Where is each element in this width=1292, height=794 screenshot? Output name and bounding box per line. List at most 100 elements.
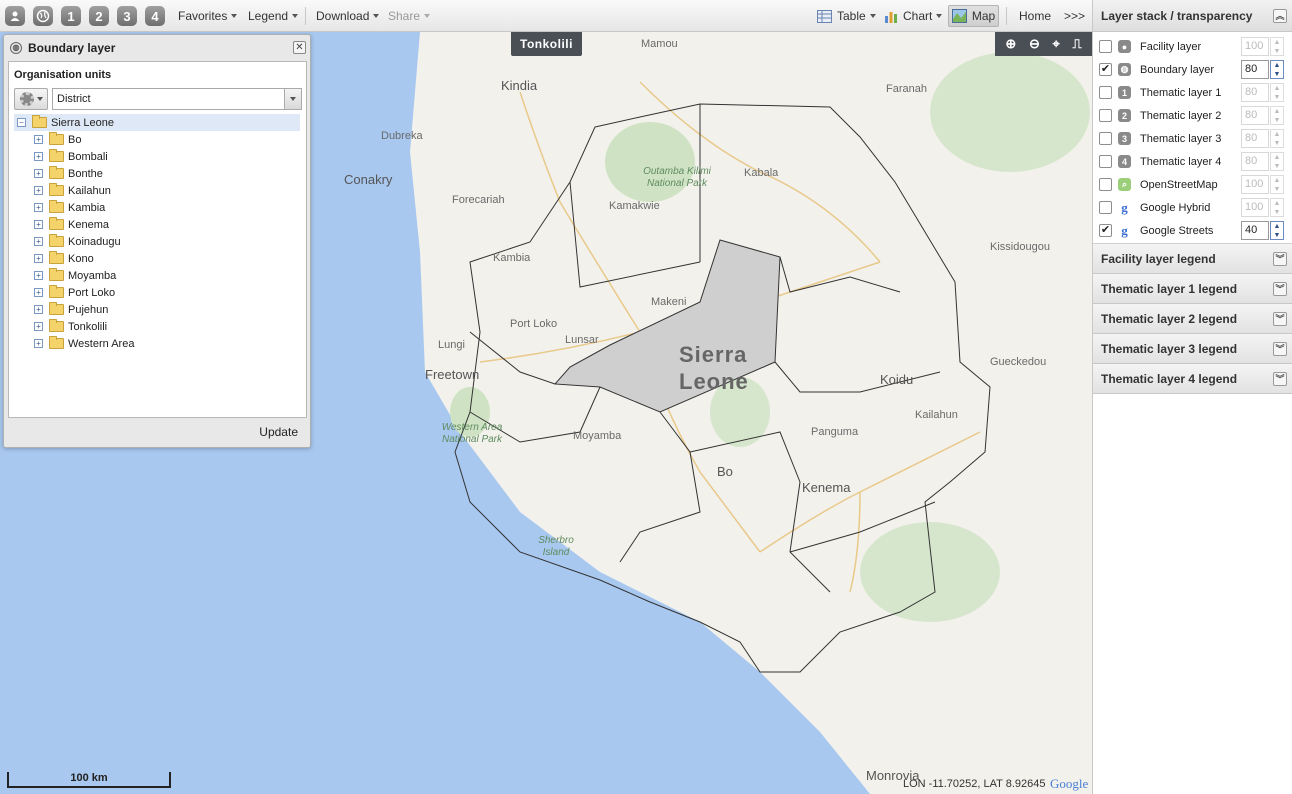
expand-icon[interactable]: + (34, 322, 43, 331)
map-button[interactable]: Map (948, 5, 999, 27)
update-button[interactable]: Update (259, 425, 298, 439)
expand-down-icon[interactable]: ︾ (1273, 312, 1287, 326)
opacity-input[interactable]: 80 (1241, 152, 1269, 171)
tree-node[interactable]: + Kenema (14, 216, 300, 233)
boundary-layer-button[interactable] (33, 5, 53, 27)
favorites-menu[interactable]: Favorites (178, 5, 238, 27)
download-menu[interactable]: Download (316, 5, 380, 27)
tree-node[interactable]: + Tonkolili (14, 318, 300, 335)
expand-icon[interactable]: + (34, 305, 43, 314)
opacity-spinner[interactable]: ▲ ▼ (1270, 198, 1284, 217)
folder-icon (49, 251, 64, 264)
tree-node[interactable]: + Bonthe (14, 165, 300, 182)
opacity-input[interactable]: 80 (1241, 83, 1269, 102)
locate-icon[interactable]: ⌖ (1053, 36, 1060, 52)
opacity-input[interactable]: 80 (1241, 60, 1269, 79)
tree-node[interactable]: + Kono (14, 250, 300, 267)
tree-node[interactable]: + Kambia (14, 199, 300, 216)
layer-stack-header: Layer stack / transparency ︽ (1093, 0, 1292, 32)
thematic-layer-1-button[interactable]: 1 (61, 5, 81, 27)
tree-node[interactable]: + Kailahun (14, 182, 300, 199)
share-menu[interactable]: Share (388, 5, 431, 27)
legend-panel-header[interactable]: Thematic layer 4 legend ︾ (1093, 364, 1292, 394)
collapse-icon[interactable]: − (17, 118, 26, 127)
folder-icon (49, 302, 64, 315)
opacity-input[interactable]: 80 (1241, 129, 1269, 148)
dropdown-trigger[interactable] (284, 89, 301, 109)
layer-checkbox[interactable] (1099, 201, 1112, 214)
layer-checkbox[interactable] (1099, 40, 1112, 53)
legend-panel-header[interactable]: Thematic layer 3 legend ︾ (1093, 334, 1292, 364)
thematic-2-icon: 2 (1118, 109, 1131, 122)
opacity-spinner[interactable]: ▲ ▼ (1270, 83, 1284, 102)
measure-icon[interactable]: ⎍ (1073, 36, 1082, 52)
place-label: Freetown (425, 367, 480, 382)
layer-checkbox[interactable] (1099, 109, 1112, 122)
tree-node[interactable]: + Koinadugu (14, 233, 300, 250)
layer-checkbox[interactable] (1099, 155, 1112, 168)
tree-node[interactable]: + Western Area (14, 335, 300, 352)
opacity-input[interactable]: 100 (1241, 198, 1269, 217)
table-button[interactable]: Table (817, 5, 876, 27)
expand-icon[interactable]: + (34, 169, 43, 178)
layer-checkbox[interactable] (1099, 178, 1112, 191)
expand-icon[interactable]: + (34, 288, 43, 297)
tree-node[interactable]: + Bo (14, 131, 300, 148)
expand-icon[interactable]: + (34, 135, 43, 144)
opacity-input[interactable]: 80 (1241, 106, 1269, 125)
thematic-1-icon: 1 (1118, 86, 1131, 99)
zoom-in-icon[interactable]: ⊕ (1005, 36, 1016, 52)
expand-down-icon[interactable]: ︾ (1273, 282, 1287, 296)
settings-button[interactable] (14, 88, 48, 110)
legend-panel-header[interactable]: Facility layer legend ︾ (1093, 244, 1292, 274)
layer-checkbox[interactable] (1099, 86, 1112, 99)
expand-icon[interactable]: + (34, 237, 43, 246)
zoom-out-icon[interactable]: ⊖ (1029, 36, 1040, 52)
opacity-spinner[interactable]: ▲ ▼ (1270, 37, 1284, 56)
expand-down-icon[interactable]: ︾ (1273, 342, 1287, 356)
expand-icon[interactable]: + (34, 203, 43, 212)
expand-icon[interactable]: + (34, 254, 43, 263)
opacity-spinner[interactable]: ▲ ▼ (1270, 152, 1284, 171)
facility-layer-button[interactable] (5, 5, 25, 27)
close-icon[interactable]: ✕ (293, 41, 306, 54)
legend-panel-header[interactable]: Thematic layer 2 legend ︾ (1093, 304, 1292, 334)
thematic-layer-4-button[interactable]: 4 (145, 5, 165, 27)
expand-down-icon[interactable]: ︾ (1273, 252, 1287, 266)
thematic-3-icon: 3 (117, 6, 137, 26)
opacity-spinner[interactable]: ▲ ▼ (1270, 60, 1284, 79)
expand-icon[interactable]: + (34, 186, 43, 195)
facility-icon: ● (1118, 40, 1131, 53)
expand-panel-button[interactable]: >>> (1064, 5, 1085, 27)
opacity-input[interactable]: 40 (1241, 221, 1269, 240)
layer-checkbox[interactable]: ✔ (1099, 224, 1112, 237)
layer-checkbox[interactable]: ✔ (1099, 63, 1112, 76)
opacity-spinner[interactable]: ▲ ▼ (1270, 175, 1284, 194)
expand-down-icon[interactable]: ︾ (1273, 372, 1287, 386)
chart-button[interactable]: Chart (884, 5, 943, 27)
opacity-spinner[interactable]: ▲ ▼ (1270, 106, 1284, 125)
layer-checkbox[interactable] (1099, 132, 1112, 145)
thematic-layer-2-button[interactable]: 2 (89, 5, 109, 27)
collapse-up-icon[interactable]: ︽ (1273, 9, 1287, 23)
window-header[interactable]: ◍ Boundary layer (4, 35, 310, 60)
tree-node[interactable]: + Bombali (14, 148, 300, 165)
opacity-input[interactable]: 100 (1241, 37, 1269, 56)
opacity-input[interactable]: 100 (1241, 175, 1269, 194)
expand-icon[interactable]: + (34, 152, 43, 161)
legend-menu[interactable]: Legend (248, 5, 299, 27)
expand-icon[interactable]: + (34, 339, 43, 348)
level-select[interactable]: District (52, 88, 302, 110)
opacity-spinner[interactable]: ▲ ▼ (1270, 221, 1284, 240)
home-button[interactable]: Home (1019, 5, 1051, 27)
tree-node-root[interactable]: − Sierra Leone (14, 114, 300, 131)
tree-node[interactable]: + Port Loko (14, 284, 300, 301)
legend-panel-header[interactable]: Thematic layer 1 legend ︾ (1093, 274, 1292, 304)
opacity-spinner[interactable]: ▲ ▼ (1270, 129, 1284, 148)
expand-icon[interactable]: + (34, 271, 43, 280)
thematic-layer-3-button[interactable]: 3 (117, 5, 137, 27)
tree-node[interactable]: + Moyamba (14, 267, 300, 284)
expand-icon[interactable]: + (34, 220, 43, 229)
folder-icon (49, 149, 64, 162)
tree-node[interactable]: + Pujehun (14, 301, 300, 318)
